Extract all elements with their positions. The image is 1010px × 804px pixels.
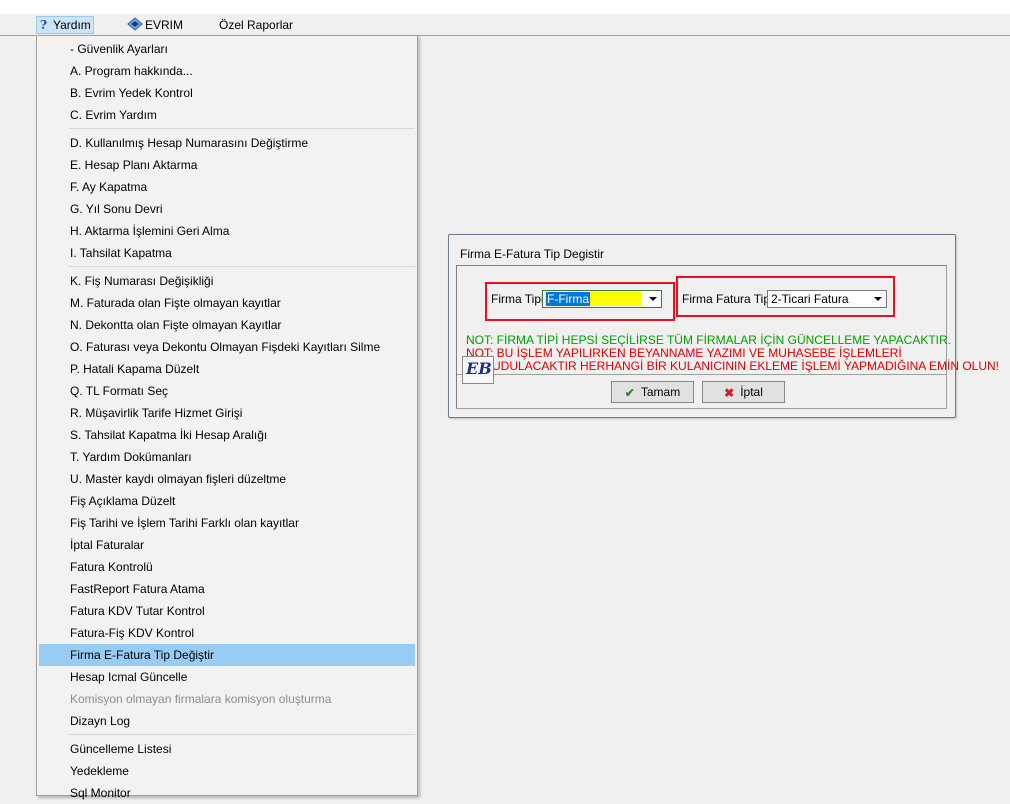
- menu-item[interactable]: U. Master kaydı olmayan fişleri düzeltme: [39, 468, 415, 490]
- close-icon: ✖: [724, 385, 735, 400]
- menu-item[interactable]: D. Kullanılmış Hesap Numarasını Değiştir…: [39, 132, 415, 154]
- menu-item[interactable]: Yedekleme: [39, 760, 415, 782]
- menu-item[interactable]: Fatura-Fiş KDV Kontrol: [39, 622, 415, 644]
- svg-text:?: ?: [40, 18, 47, 30]
- menu-evrim[interactable]: EVRIM: [127, 17, 183, 33]
- menu-item[interactable]: Güncelleme Listesi: [39, 738, 415, 760]
- menu-item[interactable]: E. Hesap Planı Aktarma: [39, 154, 415, 176]
- menu-item[interactable]: N. Dekontta olan Fişte olmayan Kayıtlar: [39, 314, 415, 336]
- menu-item[interactable]: M. Faturada olan Fişte olmayan kayıtlar: [39, 292, 415, 314]
- menu-item[interactable]: O. Faturası veya Dekontu Olmayan Fişdeki…: [39, 336, 415, 358]
- menu-item[interactable]: FastReport Fatura Atama: [39, 578, 415, 600]
- menu-item[interactable]: Firma E-Fatura Tip Değiştir: [39, 644, 415, 666]
- yardim-dropdown-menu: - Güvenlik Ayarları A. Program hakkında..…: [36, 35, 418, 800]
- evrim-app-icon: [127, 17, 143, 35]
- menu-item[interactable]: B. Evrim Yedek Kontrol: [39, 82, 415, 104]
- checkmark-icon: ✔: [624, 385, 635, 400]
- menu-yardim[interactable]: ? Yardım: [36, 16, 94, 34]
- annotation-box-fatura-tipi: [676, 276, 895, 317]
- menu-item[interactable]: H. Aktarma İşlemini Geri Alma: [39, 220, 415, 242]
- tamam-button[interactable]: ✔ Tamam: [611, 381, 694, 403]
- iptal-button[interactable]: ✖ İptal: [702, 381, 785, 403]
- menu-item[interactable]: Dizayn Log: [39, 710, 415, 732]
- menu-item[interactable]: Hesap Icmal Güncelle: [39, 666, 415, 688]
- eb-logo-icon: EB: [462, 356, 494, 384]
- menu-bar: ? Yardım EVRIM Özel Raporlar: [0, 14, 1010, 36]
- menu-separator: [69, 128, 415, 129]
- menu-separator: [69, 266, 415, 267]
- menu-ozel-raporlar-label: Özel Raporlar: [219, 18, 294, 32]
- menu-item[interactable]: I. Tahsilat Kapatma: [39, 242, 415, 264]
- top-strip: [0, 0, 1010, 14]
- menu-item[interactable]: G. Yıl Sonu Devri: [39, 198, 415, 220]
- help-icon: ?: [39, 18, 51, 34]
- dialog-title: Firma E-Fatura Tip Degistir: [460, 247, 605, 261]
- menu-item[interactable]: Fiş Tarihi ve İşlem Tarihi Farklı olan k…: [39, 512, 415, 534]
- menu-item[interactable]: Q. TL Formatı Seç: [39, 380, 415, 402]
- dialog-panel: Firma Tipi F-Firma Firma Fatura Tipi 2-T…: [456, 265, 999, 409]
- menu-item[interactable]: P. Hatali Kapama Düzelt: [39, 358, 415, 380]
- menu-evrim-label: EVRIM: [145, 18, 184, 33]
- menu-item[interactable]: T. Yardım Dokümanları: [39, 446, 415, 468]
- menu-yardim-label: Yardım: [53, 18, 91, 32]
- menu-item[interactable]: S. Tahsilat Kapatma İki Hesap Aralığı: [39, 424, 415, 446]
- menu-item[interactable]: Fiş Açıklama Düzelt: [39, 490, 415, 512]
- iptal-label: İptal: [740, 385, 763, 399]
- logo-text: EB: [465, 359, 492, 378]
- firma-efatura-dialog: Firma E-Fatura Tip Degistir Firma Tipi F…: [448, 234, 999, 418]
- menu-item[interactable]: - Güvenlik Ayarları: [39, 38, 415, 60]
- menu-item[interactable]: Fatura Kontrolü: [39, 556, 415, 578]
- tamam-label: Tamam: [640, 385, 681, 399]
- menu-item[interactable]: A. Program hakkında...: [39, 60, 415, 82]
- annotation-box-firma-tipi: [485, 282, 675, 321]
- menu-item[interactable]: C. Evrim Yardım: [39, 104, 415, 126]
- menu-item[interactable]: Fatura KDV Tutar Kontrol: [39, 600, 415, 622]
- menu-item[interactable]: K. Fiş Numarası Değişikliği: [39, 270, 415, 292]
- menu-item[interactable]: F. Ay Kapatma: [39, 176, 415, 198]
- note-red-line2: DURUDULACAKTIR HERHANGİ BİR KULANICININ …: [466, 359, 999, 373]
- menu-item[interactable]: Sql Monitor: [39, 782, 415, 804]
- divider: [457, 374, 946, 375]
- menu-item[interactable]: İptal Faturalar: [39, 534, 415, 556]
- menu-item: Komisyon olmayan firmalara komisyon oluş…: [70, 692, 332, 706]
- menu-item[interactable]: R. Müşavirlik Tarife Hizmet Girişi: [39, 402, 415, 424]
- menu-ozel-raporlar[interactable]: Özel Raporlar: [219, 17, 293, 33]
- menu-separator: [69, 734, 415, 735]
